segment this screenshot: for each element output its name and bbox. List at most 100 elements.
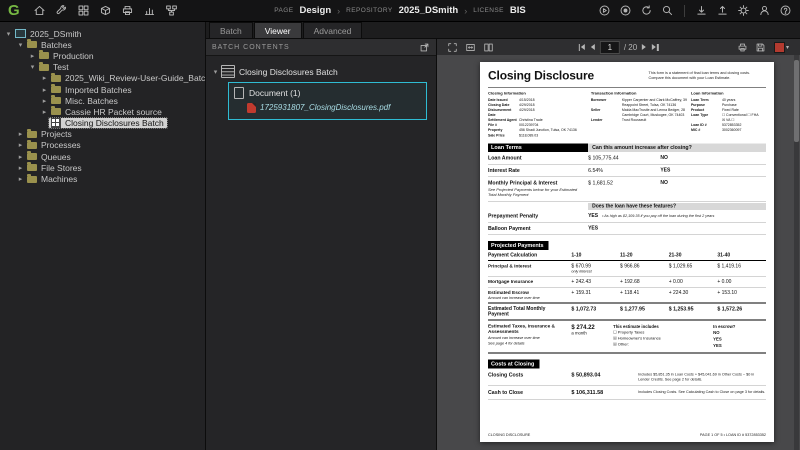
pdf-file-node[interactable]: 1725931807_ClosingDisclosures.pdf [233, 100, 422, 115]
pdf-filename: 1725931807_ClosingDisclosures.pdf [260, 103, 390, 112]
column-header: 31-40 [717, 252, 766, 258]
settings-gear-icon[interactable] [737, 4, 750, 17]
popout-icon[interactable] [419, 42, 430, 53]
expander-icon[interactable]: ▾ [211, 68, 220, 76]
chart-icon[interactable] [143, 4, 156, 17]
expander-icon[interactable]: ▸ [40, 86, 49, 94]
expander-icon[interactable]: ▸ [16, 141, 25, 149]
sidebar-item-processes[interactable]: ▸ Processes [0, 140, 205, 151]
row-answer: NO [660, 180, 766, 198]
sidebar-item-misc-batches[interactable]: ▸ Misc. Batches [0, 95, 205, 106]
upload-icon[interactable] [716, 4, 729, 17]
tab-batch[interactable]: Batch [209, 22, 253, 38]
folder-icon [51, 86, 61, 93]
sidebar-item-label: Test [53, 62, 69, 72]
sidebar-item-machines[interactable]: ▸ Machines [0, 173, 205, 184]
document-node[interactable]: Document (1) [233, 85, 422, 100]
batch-node[interactable]: ▾ Closing Disclosures Batch [211, 64, 431, 79]
row-label: Prepayment Penalty [488, 213, 588, 219]
save-icon[interactable] [755, 42, 766, 53]
breadcrumb-page-label: PAGE [274, 7, 293, 14]
expander-icon[interactable]: ▸ [40, 97, 49, 105]
document-canvas[interactable]: Closing Disclosure This form is a statem… [437, 55, 800, 450]
home-icon[interactable] [33, 4, 46, 17]
row-label: Balloon Payment [488, 225, 588, 231]
last-page-button[interactable] [651, 43, 660, 52]
grid-icon[interactable] [77, 4, 90, 17]
cell-value: + 0.00 [669, 279, 718, 285]
cell-value: $ 1,419.16 [717, 263, 766, 273]
expander-icon[interactable]: ▾ [28, 63, 37, 71]
row-answer: NO [660, 155, 766, 161]
cube-icon[interactable] [99, 4, 112, 17]
sidebar-item-cassie-hr-packet[interactable]: ▸ Cassie HR Packet source [0, 106, 205, 117]
prev-page-button[interactable] [590, 43, 596, 51]
vertical-scrollbar[interactable] [794, 55, 799, 450]
record-circle-icon[interactable] [619, 4, 632, 17]
expander-icon[interactable]: ▾ [16, 41, 25, 49]
info-section: Closing Information Date Issued4/15/2018… [488, 87, 766, 138]
play-circle-icon[interactable] [598, 4, 611, 17]
sidebar-item-wiki-batches[interactable]: ▸ 2025_Wiki_Review-User-Guide_Batches [0, 73, 205, 84]
expander-icon[interactable]: ▸ [28, 52, 37, 60]
section-title: Loan Terms [488, 143, 588, 152]
cell-subnote: only interest [571, 269, 620, 274]
help-icon[interactable] [779, 4, 792, 17]
row-label: Estimated Taxes, Insurance & Assessments… [488, 323, 571, 349]
sidebar-item-queues[interactable]: ▸ Queues [0, 151, 205, 162]
expander-icon[interactable]: ▸ [16, 153, 25, 161]
top-bar: G PAGE Design › REPOSITORY 2025_DSmith ›… [0, 0, 800, 22]
flow-diagram-icon[interactable] [165, 4, 178, 17]
sidebar-item-closing-disclosures-batch[interactable]: Closing Disclosures Batch [0, 118, 205, 129]
row-answer: YES [588, 225, 766, 231]
tab-advanced[interactable]: Advanced [303, 22, 363, 38]
sidebar-item-label: Misc. Batches [65, 96, 118, 106]
refresh-icon[interactable] [640, 4, 653, 17]
sidebar-item-file-stores[interactable]: ▸ File Stores [0, 162, 205, 173]
sidebar-item-production[interactable]: ▸ Production [0, 50, 205, 61]
page-number-input[interactable]: 1 [600, 41, 620, 54]
sidebar-item-label: Production [53, 51, 94, 61]
tab-viewer[interactable]: Viewer [254, 22, 302, 38]
expander-icon[interactable]: ▸ [40, 74, 49, 82]
tab-strip: Batch Viewer Advanced [206, 22, 800, 39]
cell-value: + 224.30 [669, 290, 718, 300]
next-page-button[interactable] [641, 43, 647, 51]
taxes-subnote: See page 4 for details [488, 341, 567, 346]
expand-icon[interactable] [465, 42, 476, 53]
projected-payments-header: Payment Calculation 1-10 11-20 21-30 31-… [488, 250, 766, 261]
sidebar-item-root[interactable]: ▾ 2025_DSmith [0, 28, 205, 39]
scrollbar-thumb[interactable] [794, 60, 799, 142]
search-icon[interactable] [661, 4, 674, 17]
expander-icon[interactable]: ▸ [16, 130, 25, 138]
sidebar-item-imported-batches[interactable]: ▸ Imported Batches [0, 84, 205, 95]
document-selection-box[interactable]: Document (1) 1725931807_ClosingDisclosur… [228, 82, 427, 120]
download-icon[interactable] [695, 4, 708, 17]
first-page-button[interactable] [577, 43, 586, 52]
expander-icon[interactable]: ▾ [4, 30, 13, 38]
printer-icon[interactable] [121, 4, 134, 17]
amount-value: $ 274.22 [571, 323, 613, 330]
breadcrumb-license-value[interactable]: BIS [510, 5, 526, 16]
expander-icon[interactable]: ▸ [40, 108, 49, 116]
checkbox-item: ☒ Other: [613, 342, 713, 348]
wrench-icon[interactable] [55, 4, 68, 17]
sidebar-item-label: Imported Batches [65, 85, 132, 95]
cell-value: $ 1,029.65 [669, 263, 718, 273]
sidebar-item-batches[interactable]: ▾ Batches [0, 39, 205, 50]
fit-screen-icon[interactable] [447, 42, 458, 53]
sidebar-item-projects[interactable]: ▸ Projects [0, 129, 205, 140]
footer-right: PAGE 1 OF 5 • LOAN ID # 5372853352 [700, 433, 766, 438]
print-icon[interactable] [737, 42, 748, 53]
sidebar-item-test[interactable]: ▾ Test [0, 62, 205, 73]
expander-icon[interactable]: ▸ [16, 175, 25, 183]
breadcrumb-repo-value[interactable]: 2025_DSmith [399, 5, 459, 16]
field-value: 4/29/2018 [519, 108, 591, 118]
document-page[interactable]: Closing Disclosure This form is a statem… [480, 62, 774, 442]
annotation-color-button[interactable]: ▾ [773, 41, 790, 54]
breadcrumb-page-value[interactable]: Design [299, 5, 331, 16]
viewer-toolbar-left [447, 42, 494, 53]
thumbnails-icon[interactable] [483, 42, 494, 53]
expander-icon[interactable]: ▸ [16, 164, 25, 172]
user-icon[interactable] [758, 4, 771, 17]
